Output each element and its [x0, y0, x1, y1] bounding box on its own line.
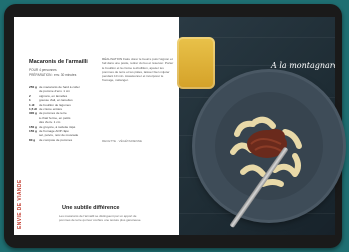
apple-sauce-jar [177, 37, 215, 89]
prep-time: PRÉPARATION : env. 30 minutes [29, 73, 77, 77]
ingredient-qty: 80 g [29, 137, 36, 142]
servings-info: POUR 4 personnes [29, 68, 57, 72]
pasta-dish [215, 92, 323, 200]
ingredient-row: 80 g de compote de pommes [29, 138, 99, 142]
tip-title: Une subtile différence [62, 205, 120, 211]
recipe-tags: RECETTE · VÉGÉTARIENNE [102, 139, 142, 143]
handwritten-caption: A la montagnarde [271, 61, 335, 70]
method-text: RÉALISATION Faire dorer le beurre puis l… [102, 57, 174, 83]
section-tab[interactable]: ENVIE DE VIANDE [14, 167, 25, 235]
recipe-page: ENVIE DE VIANDE Macaronis de l'armailli … [14, 17, 179, 235]
ingredient-text: de compote de pommes [39, 137, 73, 142]
section-label: ENVIE DE VIANDE [17, 179, 23, 229]
ingredient-list: 250 g de macaronis de hard à coller de pom… [29, 85, 99, 142]
tip-text: Les macaronis de l'armailli se distingue… [59, 214, 142, 222]
recipe-title: Macaronis de l'armailli [29, 59, 88, 65]
